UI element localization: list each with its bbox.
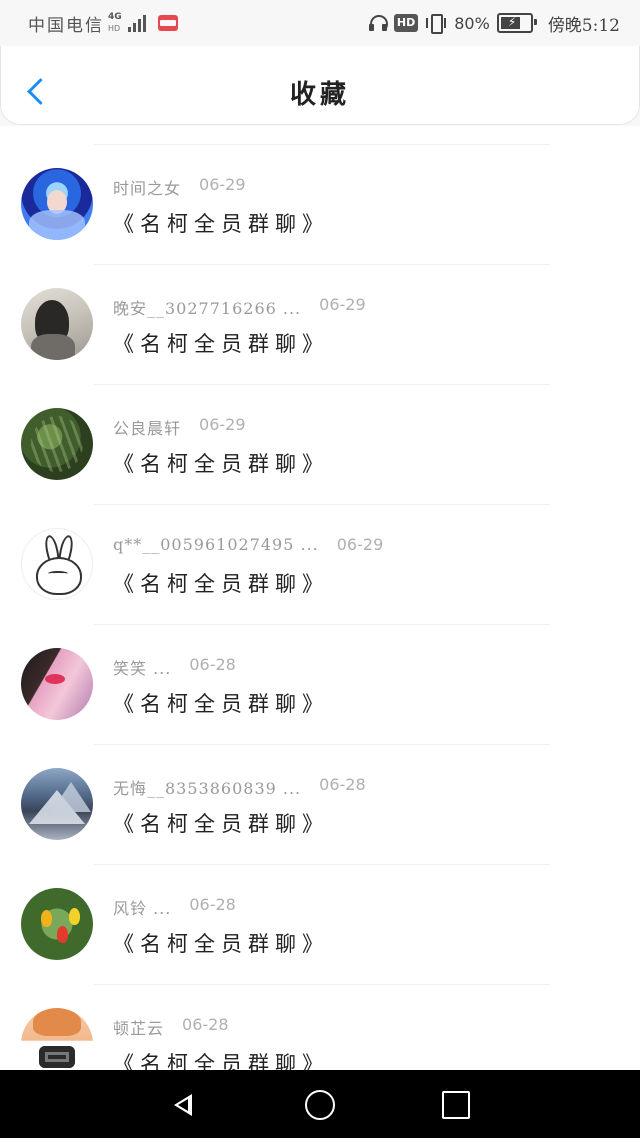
favorite-item[interactable]: 公良晨轩 06-29 《名柯全员群聊》 [0, 366, 640, 505]
favorite-item[interactable]: q**__005961027495 ... 06-29 《名柯全员群聊》 [0, 486, 640, 625]
status-left: 中国电信 4G HD [28, 10, 178, 36]
avatar[interactable] [21, 768, 93, 840]
avatar[interactable] [21, 408, 93, 480]
item-date: 06-29 [336, 535, 384, 554]
system-nav-bar [0, 1070, 640, 1138]
item-title: 《名柯全员群聊》 [113, 932, 329, 956]
header: 收藏 [0, 46, 640, 126]
nav-home-icon[interactable] [305, 1090, 335, 1120]
headphone-icon [368, 14, 388, 33]
network-sub: HD [108, 24, 121, 33]
item-title: 《名柯全员群聊》 [113, 572, 329, 596]
avatar[interactable] [21, 648, 93, 720]
battery-percent: 80% [454, 13, 490, 33]
sender-name: 公良晨轩 [113, 419, 182, 438]
header-card: 收藏 [0, 46, 640, 125]
item-meta: q**__005961027495 ... 06-29 [113, 535, 383, 554]
network-indicator: 4G HD [108, 12, 122, 34]
item-date: 06-28 [189, 895, 236, 914]
item-meta: 顿芷云 06-28 [113, 1015, 229, 1039]
carrier-name: 中国电信 [28, 15, 104, 36]
vibrate-icon [425, 13, 447, 34]
favorite-item[interactable]: 风铃 ... 06-28 《名柯全员群聊》 [0, 846, 640, 985]
item-title: 《名柯全员群聊》 [113, 812, 329, 836]
favorites-list[interactable]: 时间之女 06-29 《名柯全员群聊》 晚安__3027716266 ... 0… [0, 126, 640, 1070]
hd-icon: HD [393, 14, 419, 32]
clock: 傍晚5:12 [547, 15, 620, 36]
avatar[interactable] [21, 528, 93, 600]
item-meta: 公良晨轩 06-29 [113, 415, 246, 439]
status-bar: 中国电信 4G HD HD 80% ⚡ 傍晚5:12 [0, 0, 640, 46]
item-meta: 风铃 ... 06-28 [113, 895, 236, 919]
page-title: 收藏 [289, 80, 350, 110]
item-date: 06-29 [319, 295, 366, 314]
item-title: 《名柯全员群聊》 [113, 332, 329, 356]
sender-name: 笑笑 ... [113, 659, 172, 678]
mail-icon [158, 15, 178, 31]
item-title: 《名柯全员群聊》 [113, 692, 329, 716]
item-meta: 笑笑 ... 06-28 [113, 655, 236, 679]
sender-name: 风铃 ... [113, 899, 172, 918]
status-right: HD 80% ⚡ 傍晚5:12 [368, 10, 620, 36]
sender-name: 顿芷云 [113, 1019, 165, 1038]
nav-recent-apps-icon[interactable] [442, 1091, 470, 1119]
item-meta: 无悔__8353860839 ... 06-28 [113, 775, 366, 799]
avatar[interactable] [21, 888, 93, 960]
item-title: 《名柯全员群聊》 [113, 452, 329, 476]
item-title: 《名柯全员群聊》 [113, 212, 329, 236]
item-title: 《名柯全员群聊》 [113, 1052, 329, 1070]
network-type: 4G [108, 12, 122, 22]
favorite-item[interactable]: 无悔__8353860839 ... 06-28 《名柯全员群聊》 [0, 726, 640, 865]
avatar[interactable] [21, 288, 93, 360]
favorite-item[interactable]: 顿芷云 06-28 《名柯全员群聊》 [0, 966, 640, 1070]
item-meta: 晚安__3027716266 ... 06-29 [113, 295, 366, 319]
battery-icon: ⚡ [496, 13, 537, 33]
favorite-item[interactable]: 晚安__3027716266 ... 06-29 《名柯全员群聊》 [0, 246, 640, 385]
sender-name: 无悔__8353860839 ... [113, 779, 302, 798]
item-date: 06-29 [199, 175, 246, 194]
avatar[interactable] [21, 1008, 93, 1070]
sender-name: 时间之女 [113, 179, 182, 198]
item-date: 06-28 [182, 1015, 229, 1034]
item-date: 06-28 [319, 775, 366, 794]
sender-name: 晚安__3027716266 ... [113, 299, 302, 318]
sender-name: q**__005961027495 ... [113, 535, 319, 554]
item-date: 06-28 [189, 655, 236, 674]
signal-icon [128, 14, 146, 32]
favorite-item[interactable]: 时间之女 06-29 《名柯全员群聊》 [0, 126, 640, 265]
avatar[interactable] [21, 168, 93, 240]
item-meta: 时间之女 06-29 [113, 175, 246, 199]
nav-back-icon[interactable] [168, 1089, 198, 1119]
favorite-item[interactable]: 笑笑 ... 06-28 《名柯全员群聊》 [0, 606, 640, 745]
item-date: 06-29 [199, 415, 246, 434]
